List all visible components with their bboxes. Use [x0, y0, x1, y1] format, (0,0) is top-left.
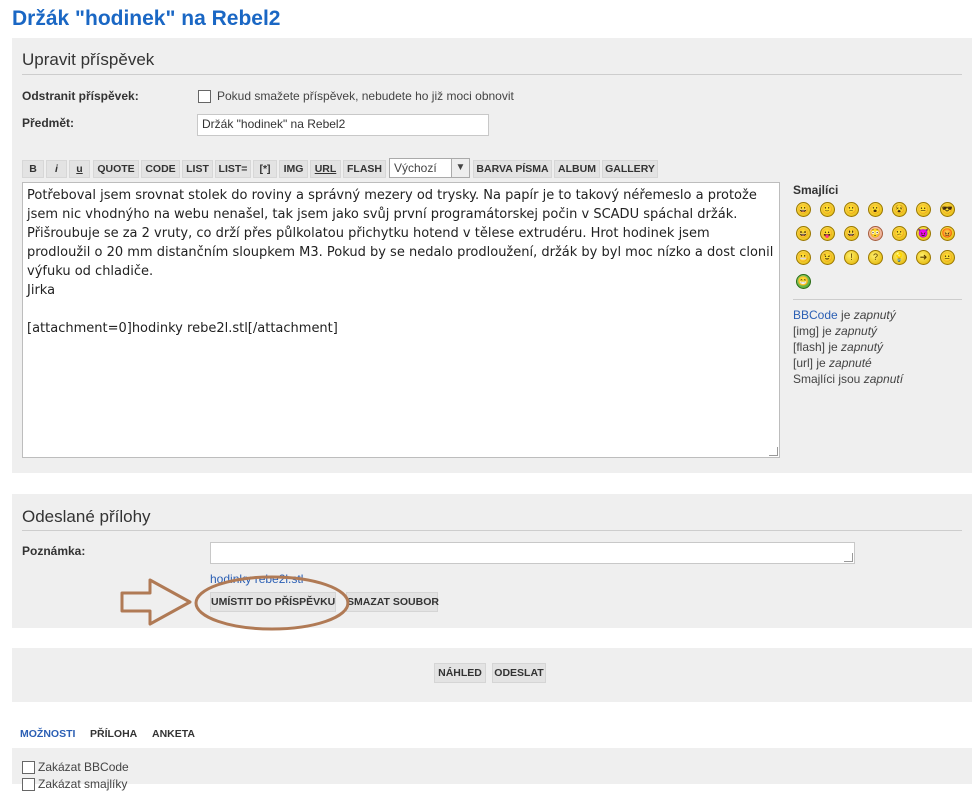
preview-button[interactable]: Náhled [434, 663, 486, 683]
message-attachment-code: [attachment=0]hodinky rebe2l.stl[/attach… [27, 321, 338, 336]
delete-post-checkbox[interactable] [198, 90, 211, 103]
page-title: Držák "hodinek" na Rebel2 [12, 7, 281, 30]
smilies-divider [793, 299, 962, 300]
flash-status: [flash] je zapnutý [793, 340, 883, 354]
img-status-state: zapnutý [835, 324, 878, 338]
smiley-icon[interactable]: 😀 [796, 202, 811, 217]
resize-handle[interactable] [844, 553, 853, 562]
img-status-text: [img] je [793, 324, 836, 338]
annotation-overlay [120, 575, 350, 631]
gallery-button[interactable]: Gallery [602, 160, 658, 178]
url-status-state: zapnuté [829, 356, 872, 370]
list-item-button[interactable]: [*] [253, 160, 277, 178]
bbcode-link[interactable]: BBCode [793, 308, 838, 322]
smiley-icon[interactable]: ! [844, 250, 859, 265]
smiley-icon[interactable]: 😐 [916, 202, 931, 217]
annotation-arrow [120, 578, 192, 626]
smiley-icon[interactable]: ? [868, 250, 883, 265]
smiley-icon[interactable]: 🙂 [820, 202, 835, 217]
code-button[interactable]: Code [141, 160, 180, 178]
smiley-icon[interactable]: 💡 [892, 250, 907, 265]
subject-label: Předmět: [22, 116, 75, 130]
flash-button[interactable]: Flash [343, 160, 386, 178]
url-button[interactable]: URL [310, 160, 341, 178]
smiley-icon[interactable]: 😬 [796, 250, 811, 265]
message-textarea[interactable]: Potřeboval jsem srovnat stolek do roviny… [22, 182, 780, 458]
attachments-divider [22, 530, 962, 531]
smiley-icon[interactable]: 😎 [940, 202, 955, 217]
disable-smilies-checkbox[interactable] [22, 778, 35, 791]
font-size-value: Výchozí [394, 161, 437, 175]
smiley-icon[interactable]: 🙁 [844, 202, 859, 217]
url-status-text: [url] je [793, 356, 830, 370]
delete-post-hint: Pokud smažete příspěvek, nebudete ho již… [217, 89, 514, 103]
smiley-icon[interactable]: 😈 [916, 226, 931, 241]
list-button[interactable]: List [182, 160, 213, 178]
img-status: [img] je zapnutý [793, 324, 877, 338]
message-signature: Jirka [27, 283, 56, 298]
disable-bbcode-checkbox[interactable] [22, 761, 35, 774]
edit-panel-heading: Upravit příspěvek [22, 50, 155, 69]
heading-divider [22, 74, 962, 75]
smiley-icon[interactable]: 😳 [868, 226, 883, 241]
font-size-select[interactable]: Výchozí ▼ [389, 158, 470, 178]
bbcode-status-text: je [837, 308, 854, 322]
font-color-button[interactable]: Barva písma [473, 160, 552, 178]
bbcode-status: BBCode je zapnutý [793, 308, 896, 322]
attachments-heading: Odeslané přílohy [22, 507, 151, 526]
note-input[interactable] [210, 542, 855, 564]
smilies-status-state: zapnutí [863, 372, 904, 386]
submit-button[interactable]: Odeslat [492, 663, 546, 683]
subject-input[interactable]: Držák "hodinek" na Rebel2 [197, 114, 489, 136]
flash-status-text: [flash] je [793, 340, 842, 354]
smiley-icon[interactable]: 😕 [892, 226, 907, 241]
smiley-icon[interactable]: 😐 [940, 250, 955, 265]
bold-button[interactable]: B [22, 160, 44, 178]
smiley-icon[interactable]: 😆 [796, 226, 811, 241]
smiley-icon[interactable]: 😵 [892, 202, 907, 217]
smiley-icon[interactable]: 😮 [868, 202, 883, 217]
quote-button[interactable]: Quote [93, 160, 139, 178]
chevron-down-icon: ▼ [451, 159, 469, 177]
disable-bbcode-label: Zakázat BBCode [38, 760, 129, 774]
message-paragraph: Potřeboval jsem srovnat stolek do roviny… [27, 188, 774, 279]
resize-handle[interactable] [769, 447, 778, 456]
smiley-icon[interactable]: 😃 [844, 226, 859, 241]
smiley-icon[interactable]: 😛 [820, 226, 835, 241]
bbcode-status-state: zapnutý [853, 308, 896, 322]
disable-smilies-label: Zakázat smajlíky [38, 777, 128, 791]
tab-attachment[interactable]: Příloha [90, 728, 137, 740]
smiley-icon[interactable]: 😉 [820, 250, 835, 265]
italic-button[interactable]: i [46, 160, 67, 178]
smiley-icon[interactable]: 😡 [940, 226, 955, 241]
tab-poll[interactable]: Anketa [152, 728, 195, 740]
underline-button[interactable]: u [69, 160, 90, 178]
flash-status-state: zapnutý [841, 340, 884, 354]
smiley-icon[interactable]: 😁 [796, 274, 811, 289]
smilies-status-text: Smajlíci jsou [793, 372, 864, 386]
smilies-status: Smajlíci jsou zapnutí [793, 372, 903, 386]
img-button[interactable]: Img [279, 160, 308, 178]
delete-post-label: Odstranit příspěvek: [22, 89, 139, 103]
tab-options[interactable]: Možnosti [20, 728, 75, 740]
list-ordered-button[interactable]: List= [215, 160, 251, 178]
smiley-icon[interactable]: ➜ [916, 250, 931, 265]
smilies-title: Smajlíci [793, 183, 839, 197]
note-label: Poznámka: [22, 544, 86, 558]
options-panel [12, 748, 972, 784]
album-button[interactable]: Album [554, 160, 600, 178]
url-status: [url] je zapnuté [793, 356, 872, 370]
annotation-ellipse [194, 575, 350, 631]
